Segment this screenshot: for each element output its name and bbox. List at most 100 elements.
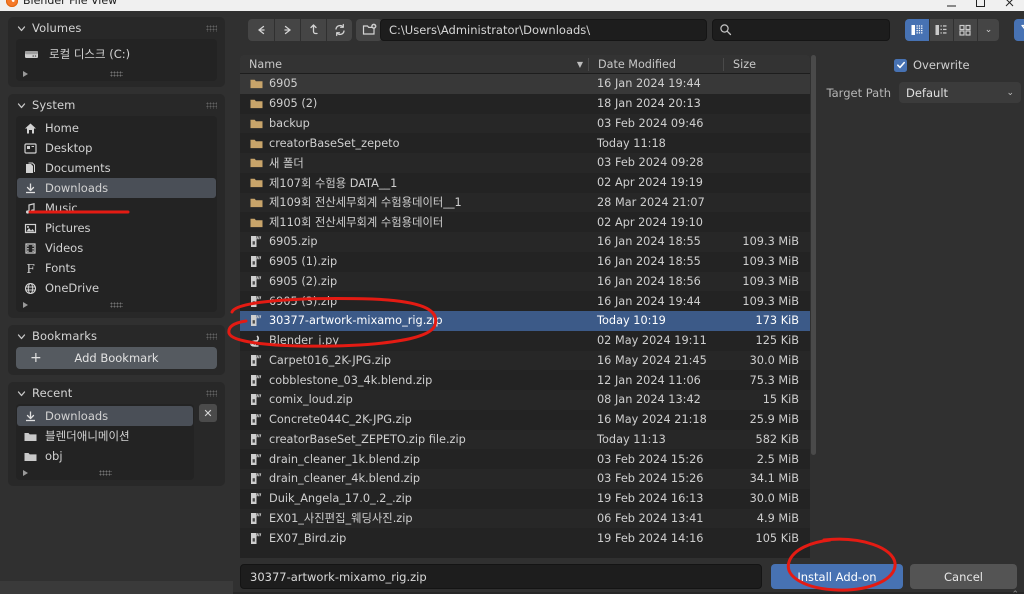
scrollbar-thumb[interactable]	[811, 55, 816, 455]
archive-icon	[249, 373, 263, 387]
sidebar-item-label: Pictures	[45, 221, 91, 235]
table-row[interactable]: 제109회 전산세무회계 수험용데이터__1 28 Mar 2024 21:07	[240, 192, 810, 213]
clear-recent-button[interactable]: ✕	[199, 404, 217, 422]
file-name-label: 6905	[269, 77, 298, 91]
table-row[interactable]: Carpet016_2K-JPG.zip 16 May 2024 21:45 30.…	[240, 350, 810, 371]
table-row[interactable]: 새 폴더 03 Feb 2024 09:28	[240, 153, 810, 173]
table-row[interactable]: creatorBaseSet_zepeto Today 11:18	[240, 133, 810, 153]
vertical-list-icon[interactable]	[905, 19, 929, 41]
table-row[interactable]: Concrete044C_2K-JPG.zip 16 May 2024 21:18…	[240, 410, 810, 430]
scroll-up-caret[interactable]: ⌃	[1011, 590, 1019, 594]
table-row[interactable]: 6905 16 Jan 2024 19:44	[240, 74, 810, 94]
sidebar-item-music[interactable]: Music	[16, 198, 217, 218]
file-list-scrollbar[interactable]	[811, 55, 816, 558]
table-row[interactable]: backup 03 Feb 2024 09:46	[240, 113, 810, 134]
table-row[interactable]: 제107회 수험용 DATA__1 02 Apr 2024 19:19	[240, 173, 810, 193]
table-row[interactable]: 제110회 전산세무회계 수험용데이터 02 Apr 2024 19:10	[240, 212, 810, 232]
file-name-cell: Concrete044C_2K-JPG.zip	[240, 413, 588, 427]
table-row[interactable]: 30377-artwork-mixamo_rig.zip Today 10:19 1…	[240, 311, 810, 331]
sidebar-item-fonts[interactable]: F Fonts	[16, 258, 217, 278]
filename-input[interactable]: 30377-artwork-mixamo_rig.zip	[240, 564, 762, 589]
table-row[interactable]: 6905 (2) 18 Jan 2024 20:13	[240, 94, 810, 114]
panel-bookmarks-header[interactable]: Bookmarks	[8, 325, 225, 347]
table-row[interactable]: comix_loud.zip 08 Jan 2024 13:42 15 KiB	[240, 390, 810, 410]
table-row[interactable]: drain_cleaner_4k.blend.zip 03 Feb 2024 15…	[240, 469, 810, 489]
folder-icon	[249, 97, 263, 111]
expand-triangle-icon	[23, 470, 28, 476]
recent-item-downloads[interactable]: Downloads	[17, 406, 193, 426]
sidebar-item-pictures[interactable]: Pictures	[16, 218, 217, 238]
display-mode-caret[interactable]: ⌄	[977, 19, 999, 41]
expand-triangle-icon	[23, 71, 28, 77]
sidebar-item-label: Music	[45, 201, 78, 215]
panel-grip-icon	[206, 25, 217, 32]
table-row[interactable]: cobblestone_03_4k.blend.zip 12 Jan 2024 1…	[240, 370, 810, 390]
bottom-bar: 30377-artwork-mixamo_rig.zip Install Add…	[233, 562, 1024, 592]
volumes-more-row[interactable]	[16, 67, 217, 81]
nav-up-button[interactable]	[300, 19, 326, 41]
table-row[interactable]: Blender_j.py 02 May 2024 19:11 125 KiB	[240, 331, 810, 351]
file-name-label: drain_cleaner_1k.blend.zip	[269, 452, 421, 466]
plus-icon: +	[30, 350, 42, 366]
file-name-cell: creatorBaseSet_ZEPETO.zip file.zip	[240, 432, 588, 446]
file-name-label: cobblestone_03_4k.blend.zip	[269, 373, 433, 387]
sidebar-item-videos[interactable]: Videos	[16, 238, 217, 258]
target-path-label: Target Path	[826, 85, 892, 100]
sidebar-item-home[interactable]: Home	[16, 118, 217, 138]
file-date-cell: 16 Jan 2024 18:55	[597, 235, 701, 249]
table-row[interactable]: Duik_Angela_17.0_.2_.zip 19 Feb 2024 16:1…	[240, 489, 810, 509]
install-addon-button[interactable]: Install Add-on	[771, 564, 903, 589]
recent-item-folder[interactable]: obj	[16, 446, 194, 466]
sidebar-item-label: Downloads	[45, 181, 109, 195]
new-folder-button[interactable]	[356, 19, 382, 41]
folder-icon	[249, 176, 263, 190]
table-row[interactable]: creatorBaseSet_ZEPETO.zip file.zip Today …	[240, 429, 810, 450]
table-row[interactable]: EX01_사진편집_웨딩사진.zip 06 Feb 2024 13:41 4.9 M…	[240, 508, 810, 529]
sidebar-item-onedrive[interactable]: OneDrive	[16, 278, 217, 298]
window-titlebar: Blender File View	[0, 0, 1024, 11]
nav-forward-button[interactable]	[274, 19, 300, 41]
path-input[interactable]: C:\Users\Administrator\Downloads\	[380, 19, 707, 41]
file-size-cell: 2.5 MiB	[756, 452, 799, 466]
horizontal-list-icon[interactable]	[929, 19, 953, 41]
column-header-size[interactable]: Size	[723, 57, 810, 71]
overwrite-label: Overwrite	[913, 58, 970, 72]
minimize-button[interactable]	[937, 0, 966, 10]
search-field[interactable]	[712, 19, 890, 41]
column-header-date[interactable]: Date Modified	[588, 57, 723, 71]
recent-more-row[interactable]	[16, 466, 194, 480]
sidebar-item-downloads[interactable]: Downloads	[17, 178, 216, 198]
panel-recent: Recent Downloads 블렌더애니메이션 obj ✕	[8, 382, 225, 486]
onedrive-icon	[22, 281, 39, 296]
column-header-name[interactable]: Name ▼	[240, 58, 588, 71]
cancel-button[interactable]: Cancel	[910, 564, 1017, 589]
recent-item-folder[interactable]: 블렌더애니메이션	[16, 426, 194, 446]
volume-item[interactable]: 로컬 디스크 (C:)	[16, 41, 217, 67]
add-bookmark-button[interactable]: + Add Bookmark	[16, 347, 217, 369]
table-row[interactable]: 6905 (3).zip 16 Jan 2024 19:44 109.3 MiB	[240, 291, 810, 311]
table-row[interactable]: EX07_Bird.zip 19 Feb 2024 14:16 105 KiB	[240, 528, 810, 548]
nav-back-button[interactable]	[248, 19, 274, 41]
sidebar-item-desktop[interactable]: Desktop	[16, 138, 217, 158]
table-row[interactable]: 6905.zip 16 Jan 2024 18:55 109.3 MiB	[240, 232, 810, 252]
file-name-label: creatorBaseSet_zepeto	[269, 136, 400, 150]
sidebar-item-documents[interactable]: Documents	[16, 158, 217, 178]
table-row[interactable]: 6905 (2).zip 16 Jan 2024 18:56 109.3 MiB	[240, 271, 810, 292]
system-more-row[interactable]	[16, 298, 217, 312]
nav-refresh-button[interactable]	[326, 19, 352, 41]
funnel-icon[interactable]	[1014, 19, 1024, 41]
file-date-cell: 03 Feb 2024 09:28	[597, 156, 704, 170]
maximize-button[interactable]	[966, 0, 995, 10]
panel-volumes-header[interactable]: Volumes	[8, 17, 225, 39]
close-button[interactable]	[995, 0, 1024, 10]
table-row[interactable]: 6905 (1).zip 16 Jan 2024 18:55 109.3 MiB	[240, 252, 810, 272]
target-path-dropdown[interactable]: Default ⌄	[899, 82, 1021, 103]
table-row[interactable]: drain_cleaner_1k.blend.zip 03 Feb 2024 15…	[240, 449, 810, 469]
panel-system-header[interactable]: System	[8, 94, 225, 116]
checkbox-checked-icon[interactable]	[894, 58, 907, 72]
file-date-cell: 16 Jan 2024 18:56	[597, 274, 701, 288]
thumbnail-grid-icon[interactable]	[953, 19, 977, 41]
search-input[interactable]	[737, 23, 877, 37]
overwrite-checkbox-wrap[interactable]: Overwrite	[894, 58, 970, 72]
panel-recent-header[interactable]: Recent	[8, 382, 225, 404]
